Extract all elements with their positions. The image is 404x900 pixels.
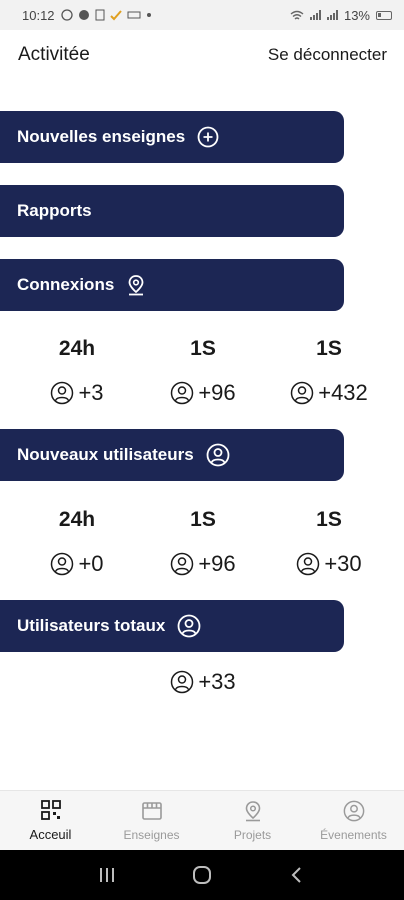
dot-icon xyxy=(146,13,151,17)
signal-icon-2 xyxy=(326,10,338,20)
nav-label: Projets xyxy=(233,827,272,842)
reports-label: Rapports xyxy=(17,201,92,220)
wifi-icon xyxy=(290,10,304,20)
user-circle-icon xyxy=(343,800,364,821)
notification-icons xyxy=(60,9,152,21)
new-users-section[interactable]: Nouveaux utilisateurs xyxy=(0,429,344,481)
stat-period: 1S xyxy=(316,508,342,531)
total-users-label: Utilisateurs totaux xyxy=(17,616,166,635)
back-icon xyxy=(291,867,301,883)
stat-item: 1S +96 xyxy=(138,508,268,577)
grid-icon xyxy=(40,800,61,820)
logout-button[interactable]: Se déconnecter xyxy=(268,45,387,65)
nav-label: Enseignes xyxy=(123,827,180,842)
signal-icon xyxy=(309,10,321,20)
bottom-nav: Acceuil Enseignes Projets Évenements xyxy=(0,790,404,850)
nav-label: Évenements xyxy=(320,827,387,842)
stat-value: +0 xyxy=(78,551,104,576)
page-title: Activitée xyxy=(18,44,90,65)
header: Activitée Se déconnecter xyxy=(0,42,404,72)
stat-value: +96 xyxy=(198,551,236,576)
stat-value: +96 xyxy=(198,380,236,405)
map-pin-icon xyxy=(245,800,260,821)
user-circle-icon xyxy=(171,381,194,405)
message-icon xyxy=(78,10,89,20)
stat-period: 24h xyxy=(58,337,96,360)
new-users-label: Nouveaux utilisateurs xyxy=(17,445,194,464)
battery-icon xyxy=(376,10,392,20)
recent-apps-button[interactable] xyxy=(87,855,127,895)
status-time: 10:12 xyxy=(22,7,55,23)
stat-value: +33 xyxy=(198,669,236,694)
stat-item: 1S +96 xyxy=(138,337,268,406)
stat-item: 24h +0 xyxy=(12,508,142,577)
reports-button[interactable]: Rapports xyxy=(0,185,344,237)
user-circle-icon xyxy=(177,614,201,638)
recent-apps-icon xyxy=(100,868,115,882)
user-circle-icon xyxy=(171,552,194,576)
nav-item-acceuil[interactable]: Acceuil xyxy=(0,791,101,850)
back-button[interactable] xyxy=(277,855,317,895)
battery-percent: 13% xyxy=(343,7,370,23)
store-icon xyxy=(141,801,162,820)
status-bar: 10:12 13% xyxy=(0,0,404,30)
user-circle-icon xyxy=(297,552,320,576)
stat-item: 24h +3 xyxy=(12,337,142,406)
total-users-section[interactable]: Utilisateurs totaux xyxy=(0,600,344,652)
check-icon xyxy=(109,10,122,21)
stat-item: 1S +30 xyxy=(264,508,394,577)
app-icon xyxy=(127,11,141,19)
stat-item: 1S +432 xyxy=(264,337,394,406)
nav-item-enseignes[interactable]: Enseignes xyxy=(101,791,202,850)
connections-label: Connexions xyxy=(17,275,115,294)
new-stores-button[interactable]: Nouvelles enseignes xyxy=(0,111,344,163)
nav-item-projets[interactable]: Projets xyxy=(202,791,303,850)
map-pin-icon xyxy=(126,274,146,296)
system-nav-bar xyxy=(0,850,404,900)
whatsapp-icon xyxy=(60,9,73,21)
stat-value: +432 xyxy=(318,380,368,405)
stat-value: +30 xyxy=(324,551,362,576)
sim-icon xyxy=(95,9,105,21)
user-circle-icon xyxy=(51,381,74,405)
user-circle-icon xyxy=(51,552,74,576)
home-icon xyxy=(192,866,211,884)
stat-item: +33 xyxy=(138,669,268,695)
stat-period: 1S xyxy=(190,337,216,360)
nav-label: Acceuil xyxy=(29,827,72,842)
connections-section[interactable]: Connexions xyxy=(0,259,344,311)
stat-period: 1S xyxy=(316,337,342,360)
nav-item-evenements[interactable]: Évenements xyxy=(303,791,404,850)
home-button[interactable] xyxy=(182,855,222,895)
user-circle-icon xyxy=(171,670,194,694)
plus-circle-icon xyxy=(197,126,219,148)
user-circle-icon xyxy=(206,443,230,467)
stat-value: +3 xyxy=(78,380,104,405)
stat-period: 1S xyxy=(190,508,216,531)
new-stores-label: Nouvelles enseignes xyxy=(17,127,186,146)
user-circle-icon xyxy=(290,381,314,405)
stat-period: 24h xyxy=(58,508,96,531)
